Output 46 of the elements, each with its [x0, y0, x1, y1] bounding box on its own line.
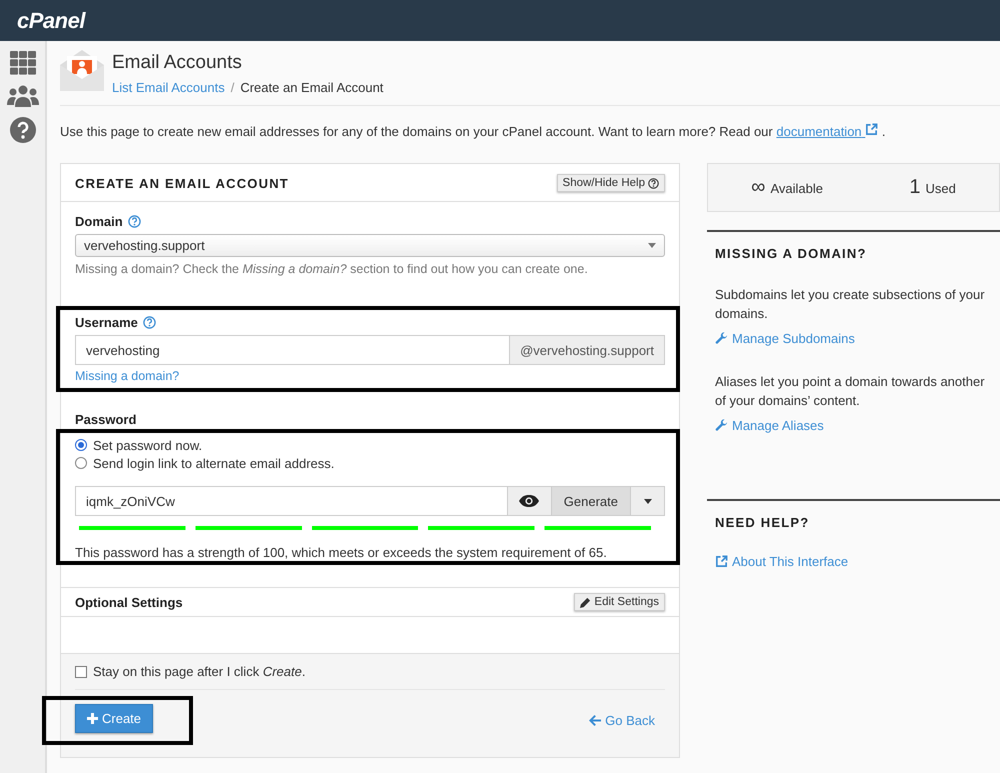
stat-label: Available — [770, 181, 823, 196]
strength-text: This password has a strength of 100, which meets or exceeds the system requirement of 65. — [75, 545, 608, 560]
section-title: NEED HELP? — [715, 515, 810, 530]
section-title: MISSING A DOMAIN? — [715, 246, 868, 261]
help-icon — [648, 178, 659, 188]
radio-option[interactable]: Send login link to alternate email address. — [75, 454, 665, 472]
help-icon[interactable] — [10, 117, 36, 143]
password-input[interactable]: iqmk_zOniVCw — [75, 486, 508, 516]
checkbox-label: Stay on this page after I click Create. — [93, 664, 306, 679]
radio-option[interactable]: Set password now. — [75, 436, 665, 454]
plus-icon — [87, 713, 98, 724]
intro-text: Use this page to create new email addresses for any of the domains on your cPanel account. Want to learn more? Read our documentation . — [60, 123, 887, 141]
field-label: Domain — [75, 214, 123, 229]
help-icon[interactable] — [142, 316, 156, 329]
breadcrumb-current: Create an Email Account — [240, 80, 384, 95]
stat-value: 1 — [909, 176, 920, 199]
eye-icon[interactable] — [508, 486, 552, 516]
page-title: Email Accounts — [112, 52, 243, 74]
show-hide-help-button[interactable]: Show/Hide Help — [556, 174, 665, 192]
logo[interactable]: cPanel — [17, 8, 85, 34]
wrench-icon — [715, 332, 728, 345]
stat-label: Used — [925, 181, 956, 196]
hint-text: Missing a domain? Check the Missing a domain? section to find out how you can create one. — [75, 262, 589, 276]
external-link-icon — [715, 555, 728, 568]
panel-title: CREATE AN EMAIL ACCOUNT — [75, 176, 289, 190]
edit-settings-button[interactable]: Edit Settings — [574, 593, 665, 611]
field-label: Password — [75, 412, 136, 427]
username-input[interactable]: vervehosting — [75, 335, 510, 365]
arrow-left-icon — [589, 715, 602, 726]
pencil-icon — [580, 596, 592, 608]
domain-select[interactable]: vervehosting.support — [75, 234, 665, 257]
field-label: Username — [75, 315, 138, 330]
grid-icon[interactable] — [10, 51, 36, 75]
breadcrumb-separator: / — [230, 80, 234, 95]
wrench-icon — [715, 419, 728, 432]
stat-value: ∞ — [751, 176, 766, 199]
help-icon[interactable] — [128, 215, 141, 228]
users-icon[interactable] — [6, 85, 38, 107]
envelope-icon — [60, 49, 104, 91]
external-link-icon — [865, 123, 878, 136]
section-title: Optional Settings — [75, 594, 183, 610]
generate-button[interactable]: Generate — [552, 486, 631, 516]
checkbox[interactable] — [75, 666, 87, 678]
help-text: Aliases let you point a domain towards another of your domains’ content. — [715, 373, 986, 410]
help-text: Subdomains let you create subsections of your domains. — [715, 286, 986, 323]
domain-suffix: @vervehosting.support — [510, 335, 665, 365]
